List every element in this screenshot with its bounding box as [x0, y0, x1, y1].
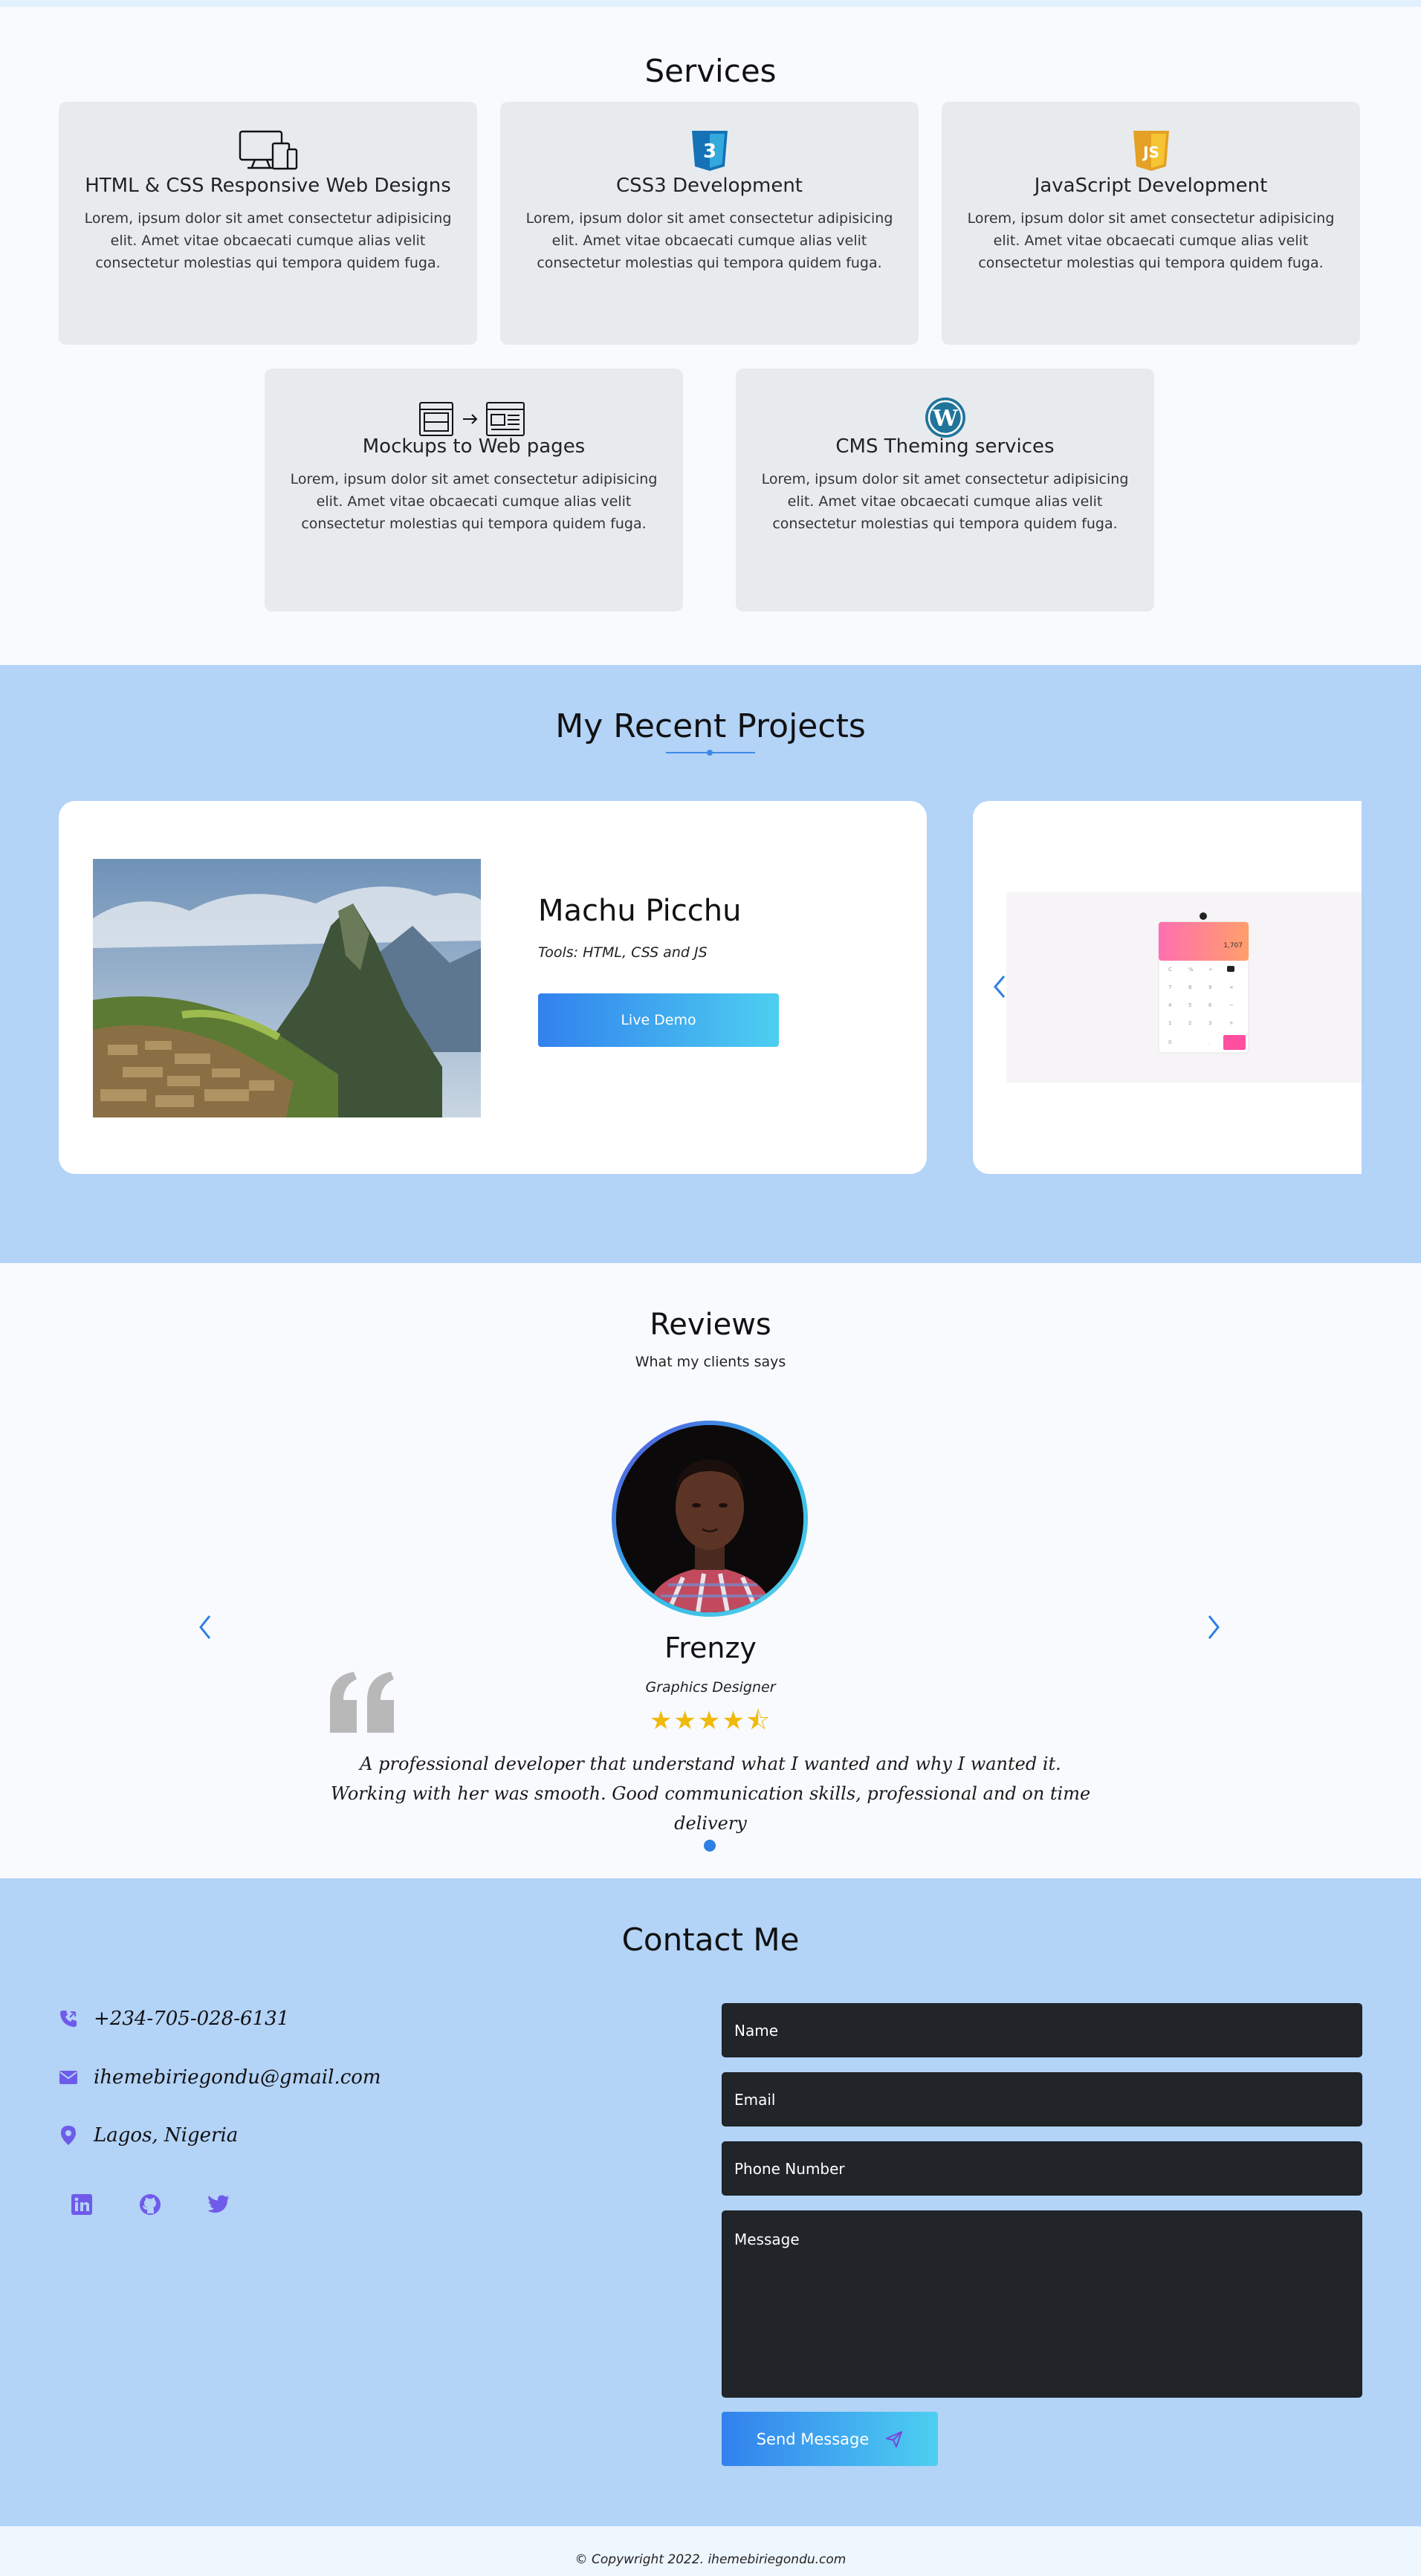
message-field[interactable] — [722, 2210, 1362, 2398]
mail-icon — [58, 2067, 79, 2088]
project-tools: Tools: HTML, CSS and JS — [538, 944, 708, 961]
service-card-css3: 3 CSS3 Development Lorem, ipsum dolor si… — [500, 102, 919, 345]
copyright-text: © Copywright 2022. ihemebiriegondu.com — [574, 2552, 847, 2567]
name-field[interactable] — [722, 2003, 1362, 2057]
svg-text:5: 5 — [1188, 1002, 1191, 1008]
service-title: HTML & CSS Responsive Web Designs — [85, 175, 451, 197]
service-card-cms: W CMS Theming services Lorem, ipsum dolo… — [736, 369, 1154, 611]
service-desc: Lorem, ipsum dolor sit amet consectetur … — [761, 471, 1129, 532]
rating-stars: ★★★★⯪ — [649, 1706, 772, 1736]
project-card-partial: 1,707 C% ÷ 7 8 9 × 4 5 6 − 1 2 3 + 0. — [973, 801, 1362, 1174]
svg-text:9: 9 — [1208, 984, 1211, 990]
contact-location: Lagos, Nigeria — [58, 2124, 238, 2147]
svg-text:6: 6 — [1208, 1002, 1212, 1008]
github-icon[interactable] — [138, 2193, 162, 2216]
reviews-title: Reviews — [650, 1308, 771, 1342]
twitter-icon[interactable] — [207, 2193, 230, 2216]
project-name: Machu Picchu — [538, 894, 742, 928]
service-card-responsive: HTML & CSS Responsive Web Designs Lorem,… — [59, 102, 477, 345]
svg-text:%: % — [1188, 967, 1194, 973]
title-underline — [666, 750, 755, 756]
reviews-section: Reviews What my clients says Frenzy Grap… — [0, 1263, 1421, 1878]
service-desc: Lorem, ipsum dolor sit amet consectetur … — [967, 210, 1335, 271]
service-title: Mockups to Web pages — [362, 435, 586, 458]
service-desc: Lorem, ipsum dolor sit amet consectetur … — [525, 210, 893, 271]
svg-text:×: × — [1229, 984, 1234, 990]
quote-icon — [330, 1672, 394, 1733]
svg-text:0: 0 — [1168, 1039, 1171, 1045]
svg-text:8: 8 — [1188, 984, 1191, 990]
projects-title: My Recent Projects — [555, 707, 866, 745]
review-text: A professional developer that understand… — [330, 1753, 1091, 1834]
service-desc: Lorem, ipsum dolor sit amet consectetur … — [290, 471, 658, 532]
carousel-dot[interactable] — [704, 1840, 716, 1852]
send-message-label: Send Message — [756, 2430, 870, 2448]
svg-text:C: C — [1168, 967, 1172, 973]
location-text: Lagos, Nigeria — [94, 2124, 239, 2147]
svg-text:4: 4 — [1168, 1002, 1172, 1008]
contact-title: Contact Me — [621, 1921, 800, 1958]
send-icon — [886, 2430, 903, 2447]
phone-icon — [58, 2008, 79, 2029]
contact-email: ihemebiriegondu@gmail.com — [58, 2066, 381, 2089]
svg-text:JS: JS — [1142, 143, 1159, 161]
service-title: CMS Theming services — [835, 435, 1055, 458]
live-demo-button[interactable]: Live Demo — [538, 993, 779, 1047]
svg-text:7: 7 — [1168, 984, 1171, 990]
service-card-mockups: Mockups to Web pages Lorem, ipsum dolor … — [265, 369, 683, 611]
project-image — [93, 859, 481, 1117]
svg-text:−: − — [1229, 1002, 1234, 1008]
javascript-icon: JS — [1121, 129, 1181, 173]
svg-text:÷: ÷ — [1208, 967, 1213, 973]
svg-text:.: . — [1208, 1039, 1210, 1045]
svg-text:W: W — [932, 406, 959, 432]
service-title: JavaScript Development — [1034, 175, 1268, 197]
project-image-calculator: 1,707 C% ÷ 7 8 9 × 4 5 6 − 1 2 3 + 0. — [1006, 892, 1362, 1083]
phone-field[interactable] — [722, 2141, 1362, 2196]
send-message-button[interactable]: Send Message — [722, 2412, 938, 2466]
devices-icon — [239, 129, 298, 173]
svg-text:+: + — [1229, 1020, 1234, 1026]
svg-text:3: 3 — [1208, 1020, 1211, 1026]
service-card-javascript: JS JavaScript Development Lorem, ipsum d… — [942, 102, 1360, 345]
svg-text:2: 2 — [1188, 1020, 1191, 1026]
phone-number: +234-705-028-6131 — [94, 2008, 290, 2030]
social-links — [70, 2193, 230, 2216]
service-desc: Lorem, ipsum dolor sit amet consectetur … — [84, 210, 452, 271]
carousel-prev-icon[interactable] — [989, 974, 1011, 999]
wordpress-icon: W — [916, 395, 975, 440]
calculator-display: 1,707 — [1223, 942, 1243, 950]
location-pin-icon — [58, 2125, 79, 2146]
project-card: Machu Picchu Tools: HTML, CSS and JS Liv… — [59, 801, 927, 1174]
reviews-subtitle: What my clients says — [635, 1354, 786, 1370]
linkedin-icon[interactable] — [70, 2193, 94, 2216]
svg-text:1: 1 — [1168, 1020, 1171, 1026]
reviewer-role: Graphics Designer — [645, 1679, 776, 1696]
mockup-to-web-icon — [418, 397, 530, 441]
footer: © Copywright 2022. ihemebiriegondu.com — [0, 2526, 1421, 2576]
email-field[interactable] — [722, 2072, 1362, 2126]
service-title: CSS3 Development — [616, 175, 803, 197]
reviewer-name: Frenzy — [664, 1632, 757, 1664]
email-address: ihemebiriegondu@gmail.com — [94, 2066, 381, 2089]
services-title: Services — [644, 53, 777, 89]
top-strip — [0, 0, 1421, 7]
contact-phone: +234-705-028-6131 — [58, 2008, 289, 2030]
reviewer-avatar — [612, 1421, 808, 1617]
css3-icon: 3 — [680, 129, 739, 173]
svg-text:3: 3 — [702, 140, 716, 163]
projects-section: My Recent Projects Machu Picchu Tools: H… — [0, 665, 1421, 1263]
